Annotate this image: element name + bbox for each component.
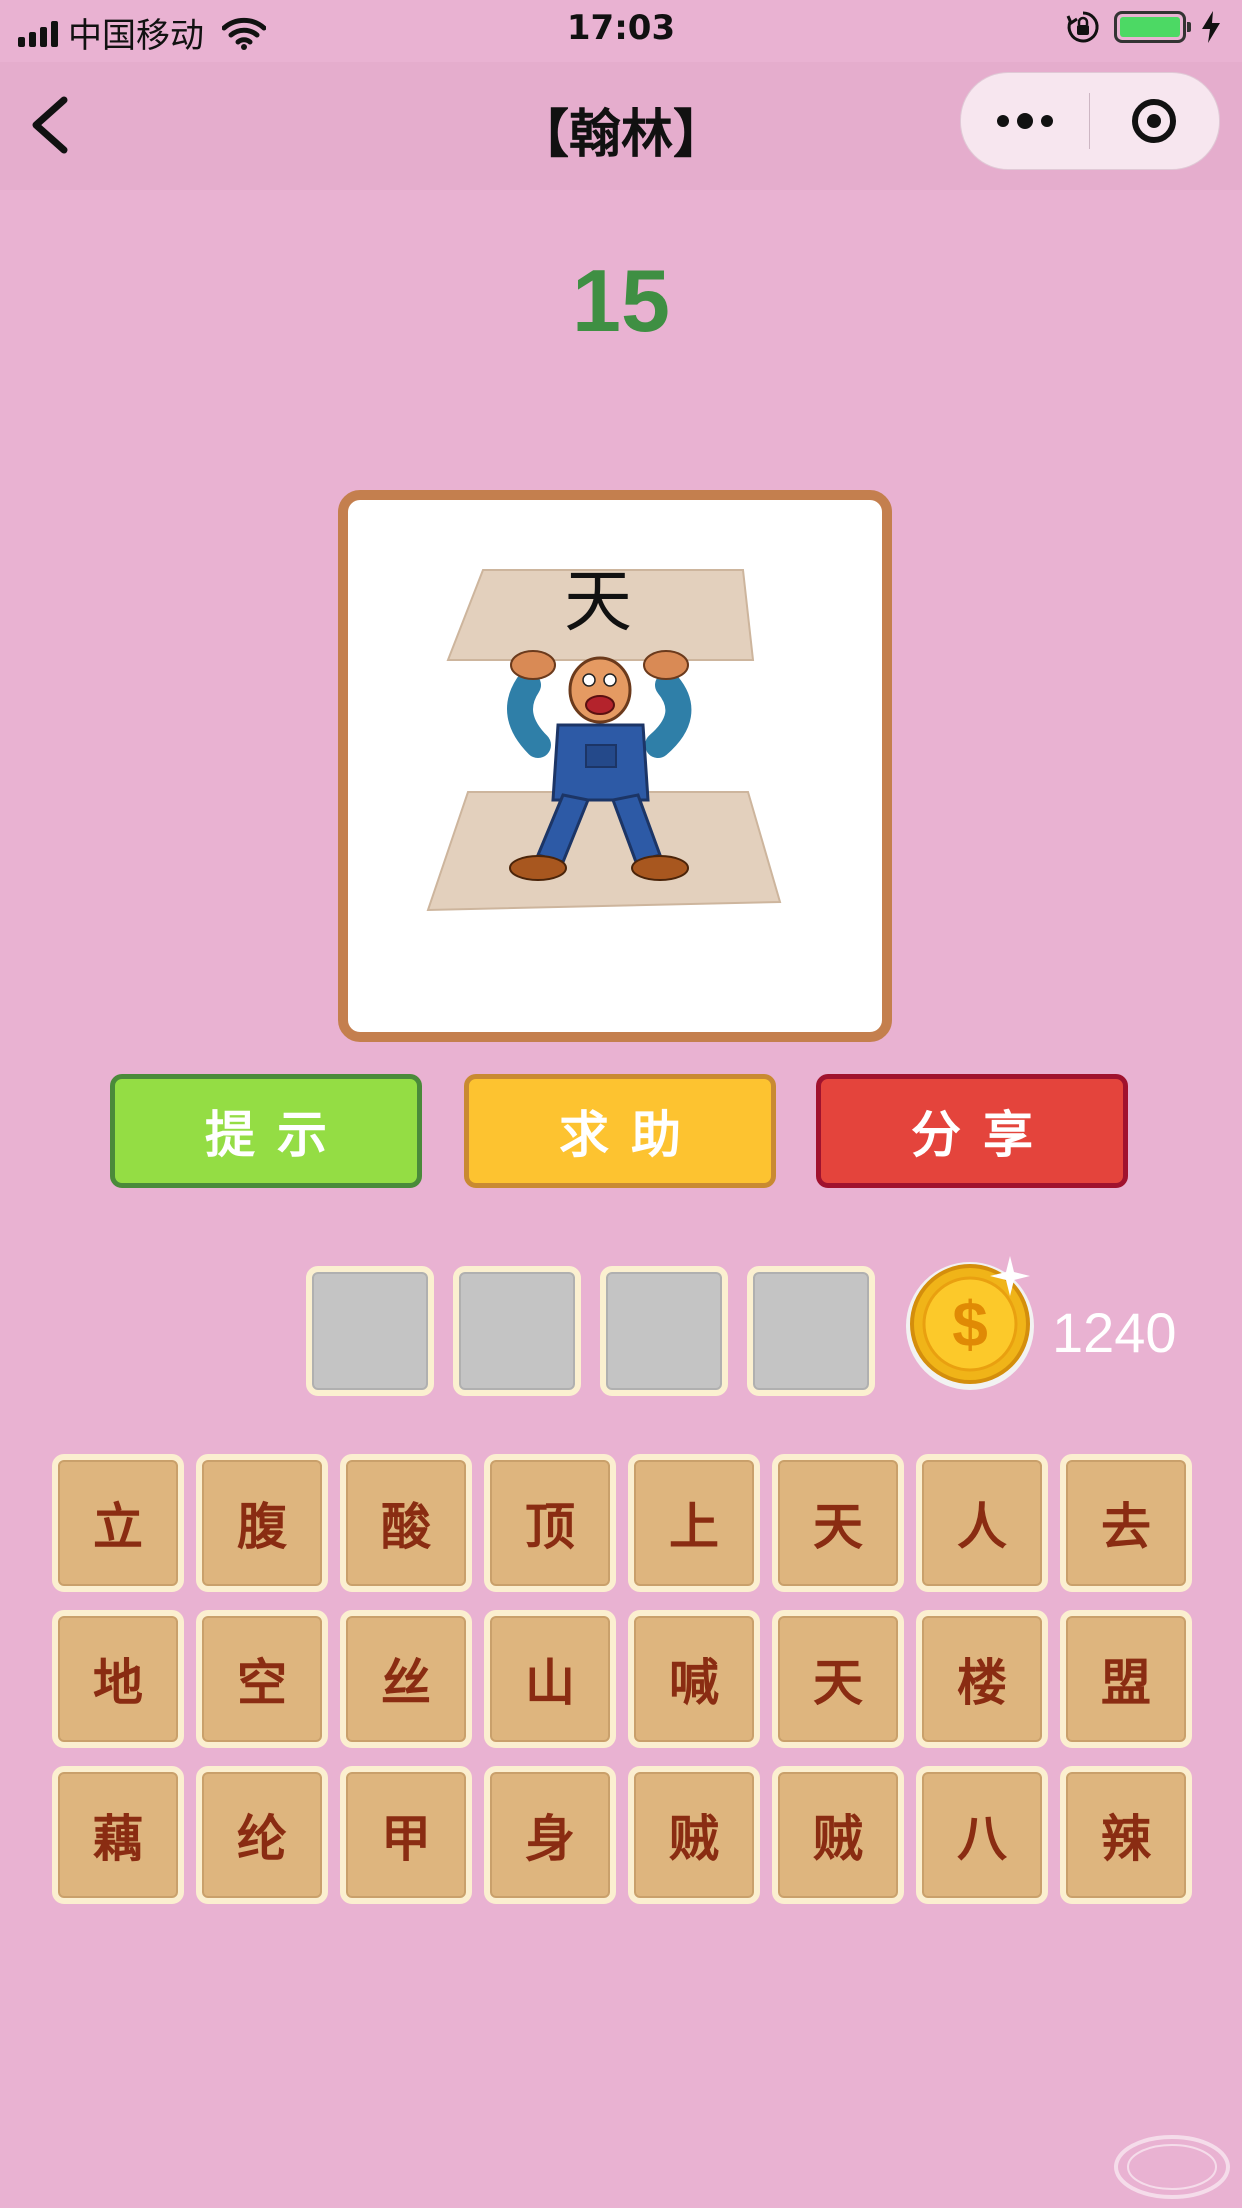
status-bar: 中国移动 17:03 (0, 0, 1242, 62)
status-time: 17:03 (566, 8, 676, 48)
candidate-tile[interactable]: 贼 (772, 1766, 904, 1904)
candidate-tile[interactable]: 丝 (340, 1610, 472, 1748)
coin-count: 1240 (1052, 1301, 1177, 1364)
candidate-tile[interactable]: 天 (772, 1610, 904, 1748)
share-button[interactable]: 分享 (816, 1074, 1128, 1188)
candidate-tile[interactable]: 纶 (196, 1766, 328, 1904)
candidate-tile[interactable]: 立 (52, 1454, 184, 1592)
answer-slot[interactable] (600, 1266, 728, 1396)
watermark-logo (1114, 2135, 1230, 2199)
answer-slot[interactable] (306, 1266, 434, 1396)
puzzle-illustration: 天 (426, 563, 782, 912)
candidate-tile[interactable]: 身 (484, 1766, 616, 1904)
answer-slot[interactable] (453, 1266, 581, 1396)
more-dots-icon[interactable] (961, 73, 1089, 169)
candidate-tile[interactable]: 人 (916, 1454, 1048, 1592)
candidate-tile[interactable]: 去 (1060, 1454, 1192, 1592)
orientation-lock-icon (1066, 11, 1099, 43)
level-number: 15 (572, 251, 670, 350)
svg-text:$: $ (952, 1288, 988, 1360)
candidate-tile[interactable]: 顶 (484, 1454, 616, 1592)
candidate-tile[interactable]: 空 (196, 1610, 328, 1748)
battery-icon (1114, 11, 1191, 43)
charging-bolt-icon (1202, 11, 1220, 43)
status-right (1066, 10, 1222, 44)
candidate-tile[interactable]: 辣 (1060, 1766, 1192, 1904)
candidate-tile[interactable]: 腹 (196, 1454, 328, 1592)
candidate-tile[interactable]: 藕 (52, 1766, 184, 1904)
mini-program-capsule (960, 72, 1220, 170)
puzzle-character: 天 (564, 563, 632, 642)
candidate-tile[interactable]: 山 (484, 1610, 616, 1748)
puzzle-image-frame: 天 (338, 490, 892, 1042)
help-button[interactable]: 求助 (464, 1074, 776, 1188)
target-circle-icon[interactable] (1090, 73, 1218, 169)
candidate-tile[interactable]: 甲 (340, 1766, 472, 1904)
hint-button[interactable]: 提示 (110, 1074, 422, 1188)
answer-slot[interactable] (747, 1266, 875, 1396)
candidate-tile[interactable]: 八 (916, 1766, 1048, 1904)
candidate-tile[interactable]: 天 (772, 1454, 904, 1592)
candidate-tile[interactable]: 楼 (916, 1610, 1048, 1748)
candidate-tile[interactable]: 地 (52, 1610, 184, 1748)
gold-coin-dollar-icon: $ (906, 1256, 1034, 1390)
candidate-tile[interactable]: 酸 (340, 1454, 472, 1592)
candidate-tile[interactable]: 盟 (1060, 1610, 1192, 1748)
candidate-tile[interactable]: 贼 (628, 1766, 760, 1904)
candidate-tile[interactable]: 上 (628, 1454, 760, 1592)
candidate-tile[interactable]: 喊 (628, 1610, 760, 1748)
navigation-bar: 【翰林】 (0, 62, 1242, 190)
